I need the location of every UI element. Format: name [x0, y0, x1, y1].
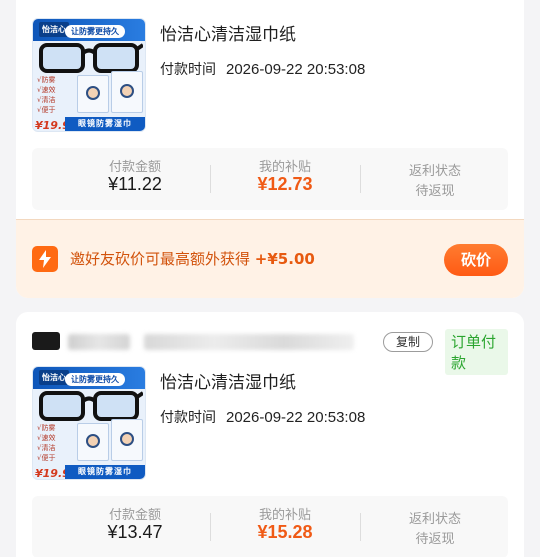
order-header: 复制 订单付款	[32, 329, 508, 375]
thumb-caption: 眼镜防雾湿巾	[65, 465, 145, 479]
subsidy-value: ¥15.28	[257, 522, 313, 542]
shop-logo-icon	[32, 332, 60, 350]
subsidy-label: 我的补贴	[258, 508, 311, 523]
pay-time-value: 2026-09-22 20:53:08	[226, 409, 366, 426]
paid-amount-stat: 付款金额 ¥11.22	[60, 148, 210, 210]
pay-time-label: 付款时间	[160, 410, 216, 426]
rebate-label: 返利状态	[408, 512, 461, 527]
order-card-2[interactable]: 复制 订单付款 怡洁心 让防雾更持久 √防雾 √速效 √清洁 √便于 ¥19.9…	[16, 312, 524, 557]
shop-name-redacted	[68, 334, 130, 350]
bargain-button[interactable]: 砍价	[444, 244, 508, 276]
thumb-caption: 眼镜防雾湿巾	[65, 117, 145, 131]
promo-amount: +¥5.00	[254, 250, 315, 268]
glasses-icon	[39, 391, 143, 421]
thumb-features: √防雾 √速效 √清洁 √便于	[37, 424, 56, 462]
pay-time-value: 2026-09-22 20:53:08	[226, 61, 366, 78]
promo-text: 邀好友砍价可最高额外获得 +¥5.00	[70, 248, 315, 269]
subsidy-stat: 我的补贴 ¥15.28	[210, 496, 360, 557]
product-thumbnail[interactable]: 怡洁心 让防雾更持久 √防雾 √速效 √清洁 √便于 ¥19.9 眼镜防雾湿巾	[32, 18, 146, 132]
order-number-redacted	[144, 334, 354, 350]
thumb-slogan: 让防雾更持久	[65, 373, 125, 386]
product-thumbnail[interactable]: 怡洁心 让防雾更持久 √防雾 √速效 √清洁 √便于 ¥19.9 眼镜防雾湿巾	[32, 366, 146, 480]
product-title[interactable]: 怡洁心清洁湿巾纸	[160, 368, 296, 393]
glasses-icon	[39, 43, 143, 73]
copy-button[interactable]: 复制	[383, 332, 433, 352]
pay-time-row: 付款时间 2026-09-22 20:53:08	[160, 59, 365, 79]
rebate-status: 待返现	[415, 532, 455, 547]
product-title[interactable]: 怡洁心清洁湿巾纸	[160, 20, 296, 45]
product-box	[77, 423, 109, 461]
subsidy-value: ¥12.73	[257, 174, 313, 194]
rebate-stat: 返利状态 待返现	[360, 148, 510, 210]
thumb-features: √防雾 √速效 √清洁 √便于	[37, 76, 56, 114]
order-stats: 付款金额 ¥13.47 我的补贴 ¥15.28 返利状态 待返现	[32, 496, 508, 557]
order-status-badge: 订单付款	[445, 329, 508, 375]
promo-message: 邀好友砍价可最高额外获得	[70, 250, 251, 268]
thumb-slogan: 让防雾更持久	[65, 25, 125, 38]
product-box	[77, 75, 109, 113]
rebate-status: 待返现	[415, 184, 455, 199]
pay-time-row: 付款时间 2026-09-22 20:53:08	[160, 407, 365, 427]
paid-amount-value: ¥13.47	[107, 522, 163, 542]
bargain-promo-bar: 邀好友砍价可最高额外获得 +¥5.00 砍价	[16, 219, 524, 298]
subsidy-label: 我的补贴	[258, 160, 311, 175]
order-stats: 付款金额 ¥11.22 我的补贴 ¥12.73 返利状态 待返现	[32, 148, 508, 210]
paid-amount-value: ¥11.22	[108, 174, 162, 194]
paid-amount-stat: 付款金额 ¥13.47	[60, 496, 210, 557]
subsidy-stat: 我的补贴 ¥12.73	[210, 148, 360, 210]
paid-amount-label: 付款金额	[108, 160, 161, 175]
product-box	[111, 419, 143, 461]
paid-amount-label: 付款金额	[108, 508, 161, 523]
rebate-label: 返利状态	[408, 164, 461, 179]
lightning-icon	[32, 246, 58, 272]
pay-time-label: 付款时间	[160, 62, 216, 78]
order-card-1[interactable]: 怡洁心 让防雾更持久 √防雾 √速效 √清洁 √便于 ¥19.9 眼镜防雾湿巾 …	[16, 0, 524, 298]
rebate-stat: 返利状态 待返现	[360, 496, 510, 557]
product-box	[111, 71, 143, 113]
